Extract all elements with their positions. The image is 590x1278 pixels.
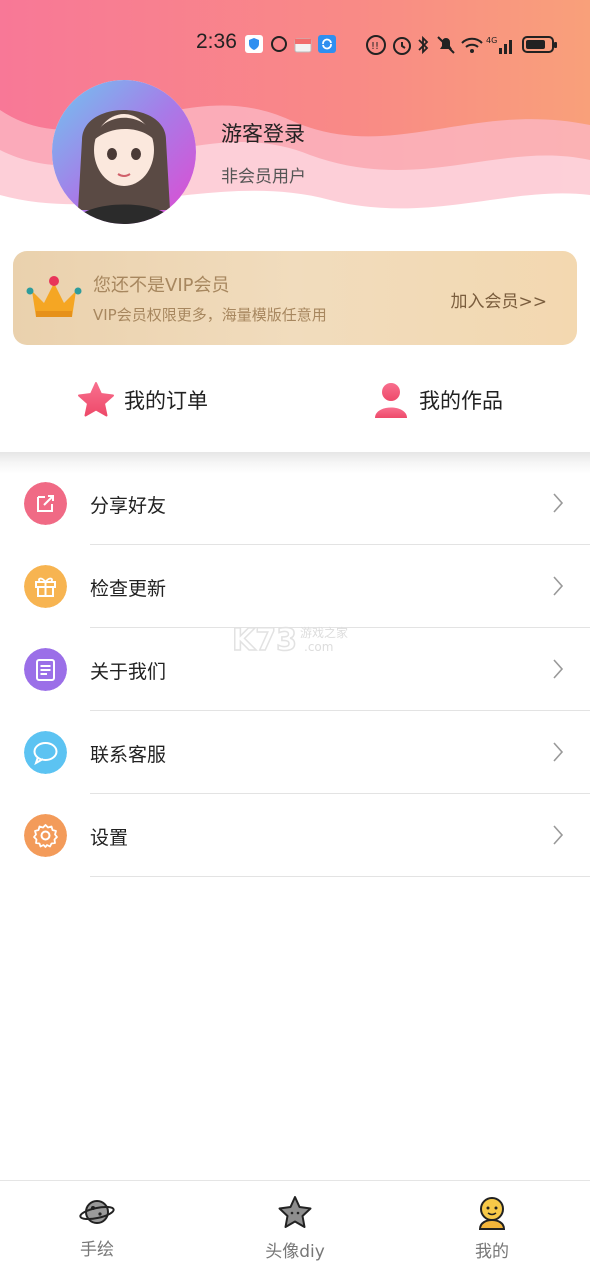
my-works-label: 我的作品 (419, 389, 503, 413)
profile-header: 2:36 !! 4G 游客登录 非会员用户 (0, 0, 590, 240)
bottom-navigation: 手绘 头像diy 我的 (0, 1180, 590, 1278)
avatar-illustration (52, 80, 196, 224)
chevron-right-icon (553, 493, 564, 513)
svg-text:!!: !! (371, 41, 379, 52)
alarm-icon (393, 37, 411, 55)
gift-icon (24, 565, 67, 608)
chevron-right-icon (553, 659, 564, 679)
tab-mine[interactable]: 我的 (427, 1195, 557, 1262)
my-works-button[interactable]: 我的作品 (371, 370, 503, 430)
bluetooth-icon (418, 35, 429, 55)
person-icon (375, 383, 407, 418)
gear-icon (24, 814, 67, 857)
tab-label-hand-drawing: 手绘 (80, 1240, 114, 1260)
membership-status: 非会员用户 (221, 167, 306, 187)
chevron-right-icon (553, 576, 564, 596)
battery-icon (522, 36, 557, 53)
chevron-right-icon (553, 742, 564, 762)
vip-subtitle: VIP会员权限更多，海量模版任意用 (93, 306, 327, 324)
vip-title: 您还不是VIP会员 (93, 275, 230, 296)
watermark-brand: K73 (232, 623, 297, 656)
menu-item-settings[interactable]: 设置 (0, 794, 590, 877)
menu-label-share: 分享好友 (90, 495, 167, 517)
star-icon (78, 382, 114, 417)
vip-banner[interactable]: 您还不是VIP会员 VIP会员权限更多，海量模版任意用 加入会员>> (13, 251, 577, 345)
tab-label-mine: 我的 (475, 1242, 509, 1262)
mute-icon (437, 36, 455, 54)
watermark-domain: .com (304, 640, 333, 654)
sync-app-icon (318, 35, 336, 53)
my-orders-button[interactable]: 我的订单 (76, 370, 208, 430)
planet-icon (79, 1200, 115, 1224)
status-time: 2:36 (196, 30, 237, 53)
shield-app-icon (245, 35, 263, 53)
star-outline-icon (278, 1196, 312, 1228)
menu-label-about-us: 关于我们 (90, 661, 167, 683)
tab-label-avatar-diy: 头像diy (265, 1242, 325, 1262)
k73-watermark: K73 游戏之家 .com (231, 622, 362, 660)
smiley-avatar-icon (478, 1197, 506, 1230)
login-as-guest-link[interactable]: 游客登录 (221, 118, 305, 148)
watermark-text: 游戏之家 (300, 625, 348, 640)
menu-item-contact-support[interactable]: 联系客服 (0, 711, 590, 794)
crown-icon (26, 276, 82, 317)
tab-hand-drawing[interactable]: 手绘 (32, 1195, 162, 1260)
menu-item-share[interactable]: 分享好友 (0, 462, 590, 545)
join-vip-button[interactable]: 加入会员>> (451, 287, 548, 312)
user-avatar[interactable] (52, 80, 196, 224)
gift-app-icon (294, 38, 312, 53)
menu-divider (90, 876, 590, 877)
menu-label-contact-support: 联系客服 (90, 744, 167, 766)
menu-label-check-update: 检查更新 (90, 578, 167, 600)
settings-menu: 分享好友 检查更新 关于我们 联系客服 设置 (0, 462, 590, 877)
chevron-right-icon (553, 825, 564, 845)
menu-item-check-update[interactable]: 检查更新 (0, 545, 590, 628)
svg-text:4G: 4G (486, 36, 497, 45)
my-orders-label: 我的订单 (124, 389, 208, 413)
signal-4g-icon: 4G (486, 36, 512, 54)
circle-icon (271, 36, 287, 52)
share-icon (24, 482, 67, 525)
wifi-icon (461, 37, 483, 53)
status-bar: 2:36 !! 4G (0, 28, 590, 60)
tab-avatar-diy[interactable]: 头像diy (230, 1195, 360, 1262)
chat-icon (24, 731, 67, 774)
data-saver-icon: !! (366, 35, 386, 55)
menu-label-settings: 设置 (90, 827, 129, 849)
document-icon (24, 648, 67, 691)
